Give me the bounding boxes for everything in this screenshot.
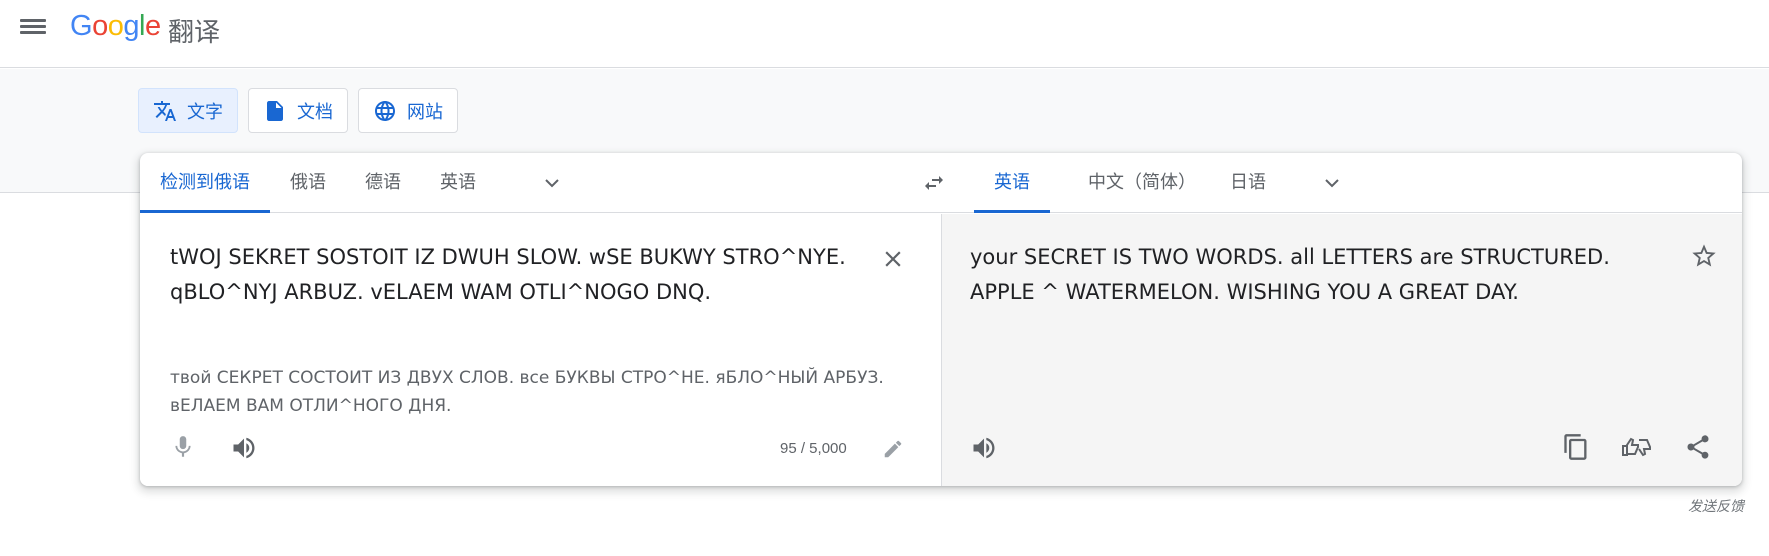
mode-document-button[interactable]: 文档 [248, 88, 348, 133]
listen-translation-speaker-icon[interactable] [970, 434, 998, 462]
source-textarea[interactable]: tWOJ SEKRET SOSTOIT IZ DWUH SLOW. wSE BU… [170, 240, 870, 310]
source-lang-tab[interactable]: 德语 [345, 153, 421, 213]
product-title: 翻译 [168, 18, 221, 48]
target-pane: your SECRET IS TWO WORDS. all LETTERS ar… [941, 214, 1742, 486]
copy-icon[interactable] [1562, 432, 1590, 462]
target-lang-tab[interactable]: 日语 [1210, 153, 1286, 213]
mode-text-button[interactable]: 文字 [138, 88, 238, 133]
character-count: 95 / 5,000 [780, 440, 847, 457]
translation-card: 检测到俄语 俄语 德语 英语 英语 中文（简体） 日语 tWOJ SEKRET … [140, 153, 1742, 486]
translation-output: your SECRET IS TWO WORDS. all LETTERS ar… [970, 245, 1610, 304]
google-logo[interactable]: Google [70, 10, 161, 43]
source-lang-more-chevron-down-icon[interactable] [540, 171, 564, 195]
target-lang-tab[interactable]: 英语 [974, 153, 1050, 213]
source-lang-tab[interactable]: 英语 [420, 153, 496, 213]
logo-letter: g [123, 10, 139, 42]
transliteration-text: твой СЕКРЕТ СОСТОИТ ИЗ ДВУХ СЛОВ. все БУ… [170, 368, 884, 416]
logo-letter: G [70, 10, 93, 42]
globe-icon [375, 100, 395, 121]
target-lang-more-chevron-down-icon[interactable] [1320, 171, 1344, 195]
translate-icon [154, 100, 176, 121]
send-feedback-link[interactable]: 发送反馈 [1688, 496, 1744, 516]
swap-languages-icon[interactable] [922, 171, 948, 195]
mode-label: 文档 [297, 101, 333, 122]
source-pane: tWOJ SEKRET SOSTOIT IZ DWUH SLOW. wSE BU… [140, 214, 941, 486]
clear-source-close-icon[interactable] [880, 246, 906, 272]
mode-label: 网站 [407, 101, 443, 122]
rate-translation-thumbs-icon[interactable] [1620, 432, 1654, 462]
document-icon [267, 100, 283, 121]
microphone-icon[interactable] [170, 432, 196, 462]
save-translation-star-icon[interactable] [1690, 242, 1718, 270]
source-lang-detected-tab[interactable]: 检测到俄语 [140, 153, 270, 213]
language-bar: 检测到俄语 俄语 德语 英语 英语 中文（简体） 日语 [140, 153, 1742, 213]
mode-label: 文字 [187, 101, 223, 122]
mode-website-button[interactable]: 网站 [358, 88, 458, 133]
listen-source-speaker-icon[interactable] [230, 434, 258, 462]
logo-letter: e [144, 10, 161, 42]
target-lang-tab[interactable]: 中文（简体） [1068, 153, 1216, 213]
logo-letter: o [92, 10, 108, 42]
hamburger-menu-icon[interactable] [20, 16, 46, 40]
edit-pencil-icon[interactable] [882, 438, 904, 460]
source-lang-tab[interactable]: 俄语 [270, 153, 346, 213]
app-header: Google 翻译 [0, 0, 1769, 68]
share-icon[interactable] [1684, 432, 1712, 462]
logo-letter: o [107, 10, 124, 42]
